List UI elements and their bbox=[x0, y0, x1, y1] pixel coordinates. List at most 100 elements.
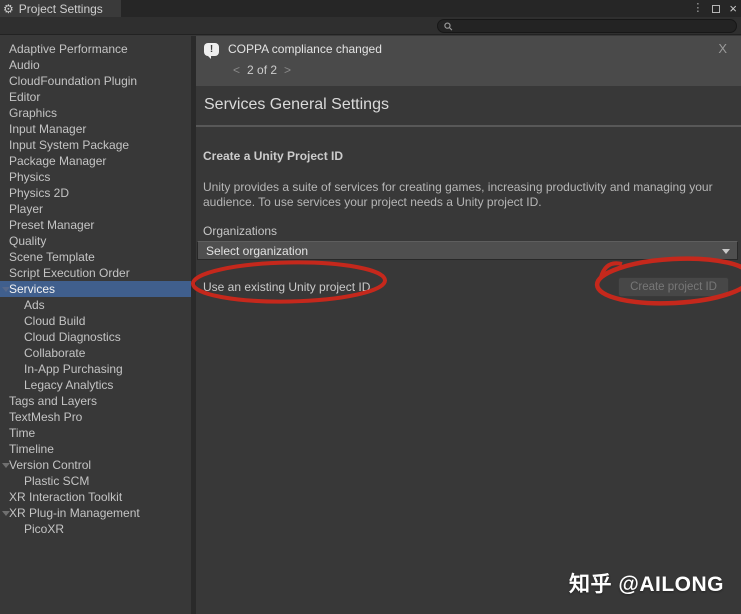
sidebar-item-services[interactable]: Services bbox=[0, 281, 191, 297]
pager-next-icon[interactable]: > bbox=[284, 63, 291, 77]
section-heading: Create a Unity Project ID bbox=[203, 149, 344, 163]
sidebar-item-label: Cloud Diagnostics bbox=[24, 330, 121, 344]
sidebar-item-label: Script Execution Order bbox=[9, 266, 130, 280]
alert-bubble-icon: ! bbox=[204, 42, 219, 59]
sidebar-item-adaptive-performance[interactable]: Adaptive Performance bbox=[0, 41, 191, 57]
create-project-id-button[interactable]: Create project ID bbox=[618, 277, 729, 297]
sidebar-item-label: Player bbox=[9, 202, 44, 216]
sidebar-item-quality[interactable]: Quality bbox=[0, 233, 191, 249]
gear-icon: ⚙ bbox=[3, 1, 14, 16]
maximize-icon[interactable] bbox=[712, 4, 721, 13]
titlebar: ⚙ Project Settings ⋮ × bbox=[0, 0, 741, 17]
foldout-expanded-icon[interactable] bbox=[2, 463, 10, 468]
project-settings-window: ⚙ Project Settings ⋮ × Adaptive Performa… bbox=[0, 0, 741, 614]
organizations-dropdown[interactable]: Select organization bbox=[197, 241, 738, 260]
toolbar bbox=[0, 17, 741, 35]
sidebar-item-label: Editor bbox=[9, 90, 41, 104]
sidebar-item-in-app-purchasing[interactable]: In-App Purchasing bbox=[0, 361, 191, 377]
foldout-expanded-icon[interactable] bbox=[2, 511, 10, 516]
sidebar-item-label: XR Interaction Toolkit bbox=[9, 490, 123, 504]
sidebar-item-physics-2d[interactable]: Physics 2D bbox=[0, 185, 191, 201]
sidebar-item-player[interactable]: Player bbox=[0, 201, 191, 217]
search-icon bbox=[444, 21, 453, 31]
sidebar-item-audio[interactable]: Audio bbox=[0, 57, 191, 73]
panel-body: Create a Unity Project ID Unity provides… bbox=[196, 149, 741, 297]
sidebar-item-label: PicoXR bbox=[24, 522, 65, 536]
sidebar-item-label: Preset Manager bbox=[9, 218, 95, 232]
sidebar-item-preset-manager[interactable]: Preset Manager bbox=[0, 217, 191, 233]
sidebar-item-label: Adaptive Performance bbox=[9, 42, 128, 56]
main-panel: ! COPPA compliance changed X < 2 of 2 > … bbox=[196, 36, 741, 614]
window-tab-project-settings[interactable]: ⚙ Project Settings bbox=[0, 0, 121, 17]
sidebar-item-label: Plastic SCM bbox=[24, 474, 90, 488]
sidebar-item-textmesh-pro[interactable]: TextMesh Pro bbox=[0, 409, 191, 425]
sidebar-item-graphics[interactable]: Graphics bbox=[0, 105, 191, 121]
sidebar-item-input-system-package[interactable]: Input System Package bbox=[0, 137, 191, 153]
sidebar-item-label: Collaborate bbox=[24, 346, 86, 360]
foldout-expanded-icon[interactable] bbox=[2, 287, 10, 292]
sidebar-item-script-execution-order[interactable]: Script Execution Order bbox=[0, 265, 191, 281]
sidebar-item-label: Audio bbox=[9, 58, 40, 72]
sidebar-item-ads[interactable]: Ads bbox=[0, 297, 191, 313]
sidebar-item-legacy-analytics[interactable]: Legacy Analytics bbox=[0, 377, 191, 393]
window-close-icon[interactable]: × bbox=[729, 2, 737, 15]
window-controls: ⋮ × bbox=[692, 0, 737, 17]
sidebar-item-label: Services bbox=[9, 282, 56, 296]
notification-close-icon[interactable]: X bbox=[718, 41, 727, 56]
sidebar-item-time[interactable]: Time bbox=[0, 425, 191, 441]
sidebar-item-label: In-App Purchasing bbox=[24, 362, 123, 376]
sidebar-item-package-manager[interactable]: Package Manager bbox=[0, 153, 191, 169]
sidebar-item-cloud-diagnostics[interactable]: Cloud Diagnostics bbox=[0, 329, 191, 345]
settings-sidebar: Adaptive Performance Audio CloudFoundation… bbox=[0, 36, 191, 614]
description-line: Unity provides a suite of services for c… bbox=[203, 180, 713, 194]
window-menu-icon[interactable]: ⋮ bbox=[692, 3, 703, 14]
search-input[interactable] bbox=[456, 20, 730, 32]
chevron-down-icon bbox=[722, 249, 730, 254]
sidebar-item-label: Timeline bbox=[9, 442, 54, 456]
sidebar-item-label: Input System Package bbox=[9, 138, 130, 152]
sidebar-item-label: Physics 2D bbox=[9, 186, 70, 200]
content-area: Adaptive Performance Audio CloudFoundation… bbox=[0, 36, 741, 614]
search-box[interactable] bbox=[437, 19, 737, 33]
sidebar-item-label: Cloud Build bbox=[24, 314, 86, 328]
sidebar-list: Adaptive Performance Audio CloudFoundation… bbox=[0, 41, 191, 537]
sidebar-item-picoxr[interactable]: PicoXR bbox=[0, 521, 191, 537]
organizations-dropdown-value: Select organization bbox=[206, 243, 309, 258]
sidebar-item-label: XR Plug-in Management bbox=[9, 506, 140, 520]
sidebar-item-label: Package Manager bbox=[9, 154, 107, 168]
sidebar-item-label: Legacy Analytics bbox=[24, 378, 114, 392]
sidebar-item-physics[interactable]: Physics bbox=[0, 169, 191, 185]
notification-pager: < 2 of 2 > bbox=[204, 63, 741, 77]
description-line: audience. To use services your project n… bbox=[203, 195, 542, 209]
pager-prev-icon[interactable]: < bbox=[233, 63, 240, 77]
pager-count: 2 of 2 bbox=[247, 63, 278, 77]
sidebar-item-label: Scene Template bbox=[9, 250, 95, 264]
organizations-label: Organizations bbox=[203, 224, 278, 238]
sidebar-item-tags-and-layers[interactable]: Tags and Layers bbox=[0, 393, 191, 409]
sidebar-item-input-manager[interactable]: Input Manager bbox=[0, 121, 191, 137]
sidebar-item-label: Quality bbox=[9, 234, 47, 248]
sidebar-item-collaborate[interactable]: Collaborate bbox=[0, 345, 191, 361]
use-existing-project-id-link[interactable]: Use an existing Unity project ID bbox=[203, 280, 370, 294]
sidebar-item-editor[interactable]: Editor bbox=[0, 89, 191, 105]
sidebar-item-scene-template[interactable]: Scene Template bbox=[0, 249, 191, 265]
sidebar-item-label: CloudFoundation Plugin bbox=[9, 74, 138, 88]
sidebar-item-xr-plug-in-management[interactable]: XR Plug-in Management bbox=[0, 505, 191, 521]
page-title: Services General Settings bbox=[196, 86, 741, 127]
services-description: Unity provides a suite of services for c… bbox=[203, 180, 734, 210]
notification-bar: ! COPPA compliance changed X < 2 of 2 > bbox=[196, 36, 741, 86]
sidebar-item-label: Ads bbox=[24, 298, 45, 312]
sidebar-item-cloud-build[interactable]: Cloud Build bbox=[0, 313, 191, 329]
sidebar-item-xr-interaction-toolkit[interactable]: XR Interaction Toolkit bbox=[0, 489, 191, 505]
sidebar-item-label: Physics bbox=[9, 170, 51, 184]
sidebar-item-timeline[interactable]: Timeline bbox=[0, 441, 191, 457]
sidebar-item-plastic-scm[interactable]: Plastic SCM bbox=[0, 473, 191, 489]
notification-message: COPPA compliance changed bbox=[228, 42, 382, 56]
sidebar-item-label: Graphics bbox=[9, 106, 58, 120]
sidebar-item-version-control[interactable]: Version Control bbox=[0, 457, 191, 473]
sidebar-item-cloudfoundation-plugin[interactable]: CloudFoundation Plugin bbox=[0, 73, 191, 89]
sidebar-item-label: Input Manager bbox=[9, 122, 87, 136]
actions-row: Use an existing Unity project ID Create … bbox=[203, 277, 734, 297]
sidebar-item-label: Version Control bbox=[9, 458, 92, 472]
sidebar-item-label: Time bbox=[9, 426, 36, 440]
